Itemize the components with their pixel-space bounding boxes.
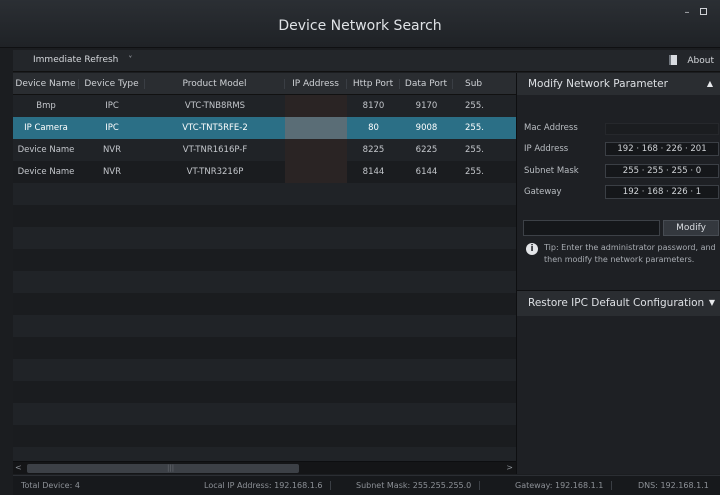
cell-http-port: 8144 bbox=[362, 167, 385, 177]
about-label: About bbox=[687, 56, 714, 66]
dns-status: DNS: 192.168.1.1 bbox=[638, 481, 709, 490]
ip-cell bbox=[285, 117, 347, 139]
column-header-ip-address[interactable]: IP Address bbox=[285, 79, 347, 89]
ip-cell bbox=[285, 161, 347, 183]
scrollbar-thumb[interactable]: ||| bbox=[27, 464, 299, 473]
gateway-label: Gateway bbox=[524, 187, 562, 197]
empty-row bbox=[13, 315, 516, 337]
cell-product-model: VTC-TNB8RMS bbox=[184, 101, 246, 111]
ip-cell bbox=[285, 95, 347, 117]
gateway-input[interactable]: 192 · 168 · 226 · 1 bbox=[605, 185, 719, 199]
modify-network-header[interactable]: Modify Network Parameter ▲ bbox=[517, 73, 720, 95]
tip-line-2: then modify the network parameters. bbox=[544, 255, 695, 264]
column-header-http-port[interactable]: Http Port bbox=[347, 79, 400, 89]
device-table: Device Name Device Type Product Model IP… bbox=[13, 73, 516, 461]
empty-row bbox=[13, 337, 516, 359]
empty-row bbox=[13, 249, 516, 271]
local-ip-status: Local IP Address: 192.168.1.6 bbox=[204, 481, 332, 490]
cell-device-type: IPC bbox=[105, 123, 119, 133]
book-icon bbox=[669, 55, 678, 65]
column-header-device-type[interactable]: Device Type bbox=[79, 79, 145, 89]
tip-line-1: Tip: Enter the administrator password, a… bbox=[544, 243, 716, 252]
column-header-device-name[interactable]: Device Name bbox=[13, 79, 79, 89]
cell-device-name: IP Camera bbox=[24, 123, 68, 133]
cell-product-model: VTC-TNT5RFE-2 bbox=[182, 123, 248, 133]
cell-data-port: 6225 bbox=[415, 145, 438, 155]
horizontal-scrollbar[interactable]: < ||| > bbox=[13, 461, 516, 474]
ip-address-label: IP Address bbox=[524, 144, 569, 154]
column-header-product-model[interactable]: Product Model bbox=[145, 79, 285, 89]
expand-down-icon: ▼ bbox=[708, 298, 715, 307]
minimize-button[interactable]: – bbox=[680, 6, 694, 20]
admin-password-input[interactable] bbox=[523, 220, 660, 236]
restore-ipc-title: Restore IPC Default Configuration bbox=[528, 297, 705, 309]
table-row[interactable]: Bmp IPC VTC-TNB8RMS 8170 9170 255. bbox=[13, 95, 516, 117]
empty-row bbox=[13, 293, 516, 315]
ip-cell bbox=[285, 139, 347, 161]
cell-subnet: 255. bbox=[465, 167, 484, 177]
table-body: Bmp IPC VTC-TNB8RMS 8170 9170 255. IP Ca… bbox=[13, 95, 516, 461]
cell-device-name: Bmp bbox=[36, 101, 56, 111]
cell-device-type: NVR bbox=[102, 167, 122, 177]
cell-data-port: 6144 bbox=[415, 167, 438, 177]
empty-row bbox=[13, 425, 516, 447]
status-bar: Total Device: 4 Local IP Address: 192.16… bbox=[13, 475, 720, 495]
empty-row bbox=[13, 183, 516, 205]
column-header-data-port[interactable]: Data Port bbox=[400, 79, 453, 89]
immediate-refresh-dropdown[interactable]: Immediate Refresh ˅ bbox=[33, 55, 132, 65]
maximize-icon bbox=[699, 8, 707, 15]
subnet-mask-status: Subnet Mask: 255.255.255.0 bbox=[356, 481, 481, 490]
subnet-mask-input[interactable]: 255 · 255 · 255 · 0 bbox=[605, 164, 719, 178]
table-row[interactable]: Device Name NVR VT-TNR3216P 8144 6144 25… bbox=[13, 161, 516, 183]
tip-text: Tip: Enter the administrator password, a… bbox=[544, 242, 720, 266]
mac-address-field bbox=[605, 123, 719, 135]
maximize-button[interactable] bbox=[696, 6, 710, 20]
cell-http-port: 8170 bbox=[362, 101, 385, 111]
immediate-refresh-label: Immediate Refresh bbox=[33, 55, 119, 65]
mac-address-label: Mac Address bbox=[524, 123, 578, 133]
empty-row bbox=[13, 205, 516, 227]
toolbar: Immediate Refresh ˅ About bbox=[13, 50, 720, 72]
scroll-right-icon[interactable]: > bbox=[506, 463, 513, 472]
cell-subnet: 255. bbox=[465, 101, 484, 111]
column-header-subnet-mask[interactable]: Sub bbox=[453, 79, 516, 89]
table-row[interactable]: IP Camera IPC VTC-TNT5RFE-2 80 9008 255. bbox=[13, 117, 516, 139]
table-header: Device Name Device Type Product Model IP… bbox=[13, 73, 516, 95]
about-button[interactable]: About bbox=[669, 55, 714, 66]
grip-icon: ||| bbox=[167, 464, 175, 472]
cell-subnet: 255. bbox=[465, 123, 484, 133]
cell-product-model: VT-TNR3216P bbox=[186, 167, 244, 177]
chevron-down-icon: ˅ bbox=[128, 55, 133, 64]
empty-row bbox=[13, 381, 516, 403]
cell-device-name: Device Name bbox=[17, 145, 75, 155]
cell-device-type: NVR bbox=[102, 145, 122, 155]
cell-product-model: VT-TNR1616P-F bbox=[182, 145, 248, 155]
title-bar: Device Network Search – bbox=[0, 0, 720, 48]
modify-network-title: Modify Network Parameter bbox=[528, 78, 668, 90]
gateway-status: Gateway: 192.168.1.1 bbox=[515, 481, 613, 490]
empty-row bbox=[13, 447, 516, 461]
ip-address-input[interactable]: 192 · 168 · 226 · 201 bbox=[605, 142, 719, 156]
cell-subnet: 255. bbox=[465, 145, 484, 155]
modify-button[interactable]: Modify bbox=[663, 220, 719, 236]
cell-data-port: 9008 bbox=[415, 123, 438, 133]
scroll-left-icon[interactable]: < bbox=[15, 463, 22, 472]
info-icon: i bbox=[526, 243, 538, 255]
restore-ipc-header[interactable]: Restore IPC Default Configuration ▼ bbox=[517, 291, 720, 316]
total-device-status: Total Device: 4 bbox=[21, 481, 80, 490]
empty-row bbox=[13, 403, 516, 425]
collapse-up-icon: ▲ bbox=[706, 79, 713, 88]
modify-network-panel: Modify Network Parameter ▲ Mac Address I… bbox=[516, 73, 720, 474]
empty-row bbox=[13, 227, 516, 249]
cell-device-name: Device Name bbox=[17, 167, 75, 177]
cell-data-port: 9170 bbox=[415, 101, 438, 111]
cell-device-type: IPC bbox=[105, 101, 119, 111]
cell-http-port: 8225 bbox=[362, 145, 385, 155]
subnet-mask-label: Subnet Mask bbox=[524, 166, 579, 176]
empty-row bbox=[13, 359, 516, 381]
window-title: Device Network Search bbox=[278, 18, 442, 34]
empty-row bbox=[13, 271, 516, 293]
table-row[interactable]: Device Name NVR VT-TNR1616P-F 8225 6225 … bbox=[13, 139, 516, 161]
cell-http-port: 80 bbox=[368, 123, 379, 133]
